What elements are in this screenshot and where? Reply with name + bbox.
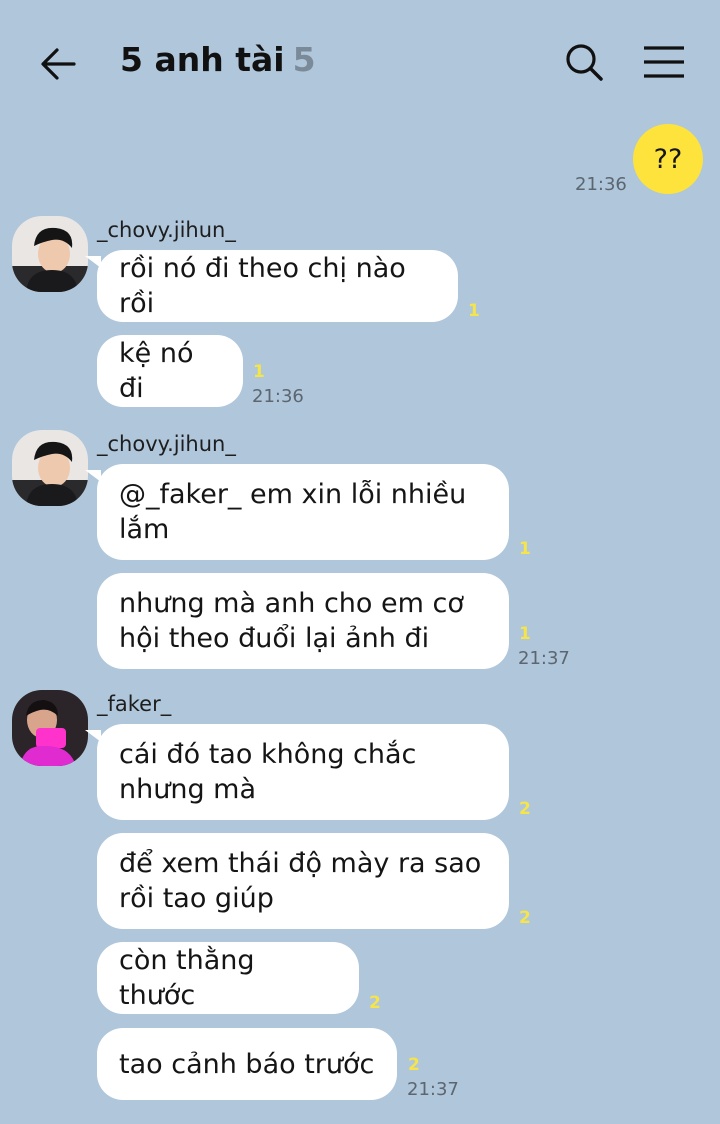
member-count: 5 bbox=[292, 40, 316, 79]
avatar[interactable] bbox=[12, 690, 88, 766]
message-bubble[interactable]: tao cảnh báo trước bbox=[97, 1028, 397, 1100]
chat-title-text: 5 anh tài bbox=[120, 40, 285, 79]
message-bubble[interactable]: kệ nó đi bbox=[97, 335, 243, 407]
message-bubble[interactable]: còn thằng thước bbox=[97, 942, 359, 1014]
message-time: 21:36 bbox=[575, 174, 627, 195]
chat-title: 5 anh tài 5 bbox=[120, 40, 316, 79]
arrow-left-icon bbox=[41, 48, 76, 80]
message-bubble[interactable]: để xem thái độ mày ra sao rồi tao giúp bbox=[97, 833, 509, 929]
message-text: tao cảnh báo trước bbox=[119, 1048, 375, 1080]
unread-count: 2 bbox=[408, 1055, 420, 1075]
message-text: để xem thái độ mày ra sao rồi tao giúp bbox=[119, 848, 482, 914]
message-text: rồi nó đi theo chị nào rồi bbox=[119, 253, 406, 319]
search-button[interactable] bbox=[562, 40, 606, 84]
unread-count: 2 bbox=[369, 993, 381, 1013]
message-bubble[interactable]: rồi nó đi theo chị nào rồi bbox=[85, 250, 458, 322]
message-time: 21:37 bbox=[407, 1079, 459, 1100]
sender-name: _chovy.jihun_ bbox=[97, 432, 236, 456]
hamburger-menu-icon bbox=[644, 46, 684, 78]
message-time: 21:36 bbox=[252, 386, 304, 407]
unread-count: 1 bbox=[253, 362, 265, 382]
message-text: kệ nó đi bbox=[119, 338, 194, 404]
message-bubble[interactable]: @_faker_ em xin lỗi nhiều lắm bbox=[85, 464, 509, 560]
message-text: ?? bbox=[653, 143, 683, 175]
unread-count: 2 bbox=[519, 908, 531, 928]
avatar[interactable] bbox=[12, 430, 88, 506]
message-text: nhưng mà anh cho em cơ hội theo đuổi lại… bbox=[119, 588, 464, 654]
sender-name: _faker_ bbox=[97, 692, 172, 716]
sender-name: _chovy.jihun_ bbox=[97, 218, 236, 242]
unread-count: 1 bbox=[519, 539, 531, 559]
message-text: còn thằng thước bbox=[119, 945, 255, 1011]
avatar[interactable] bbox=[12, 216, 88, 292]
message-bubble[interactable]: nhưng mà anh cho em cơ hội theo đuổi lại… bbox=[97, 573, 509, 669]
message-time: 21:37 bbox=[518, 648, 570, 669]
avatar-image bbox=[12, 430, 88, 506]
message-bubble[interactable]: cái đó tao không chắc nhưng mà bbox=[85, 724, 509, 820]
avatar-image bbox=[12, 690, 88, 766]
back-button[interactable] bbox=[36, 42, 80, 86]
my-message-bubble[interactable]: ?? bbox=[633, 124, 703, 194]
unread-count: 1 bbox=[468, 301, 480, 321]
menu-button[interactable] bbox=[642, 42, 686, 82]
search-icon bbox=[566, 44, 603, 81]
message-text: @_faker_ em xin lỗi nhiều lắm bbox=[119, 479, 467, 545]
message-text: cái đó tao không chắc nhưng mà bbox=[119, 739, 417, 805]
avatar-image bbox=[12, 216, 88, 292]
unread-count: 2 bbox=[519, 799, 531, 819]
unread-count: 1 bbox=[519, 624, 531, 644]
chat-header: 5 anh tài 5 bbox=[0, 0, 720, 124]
